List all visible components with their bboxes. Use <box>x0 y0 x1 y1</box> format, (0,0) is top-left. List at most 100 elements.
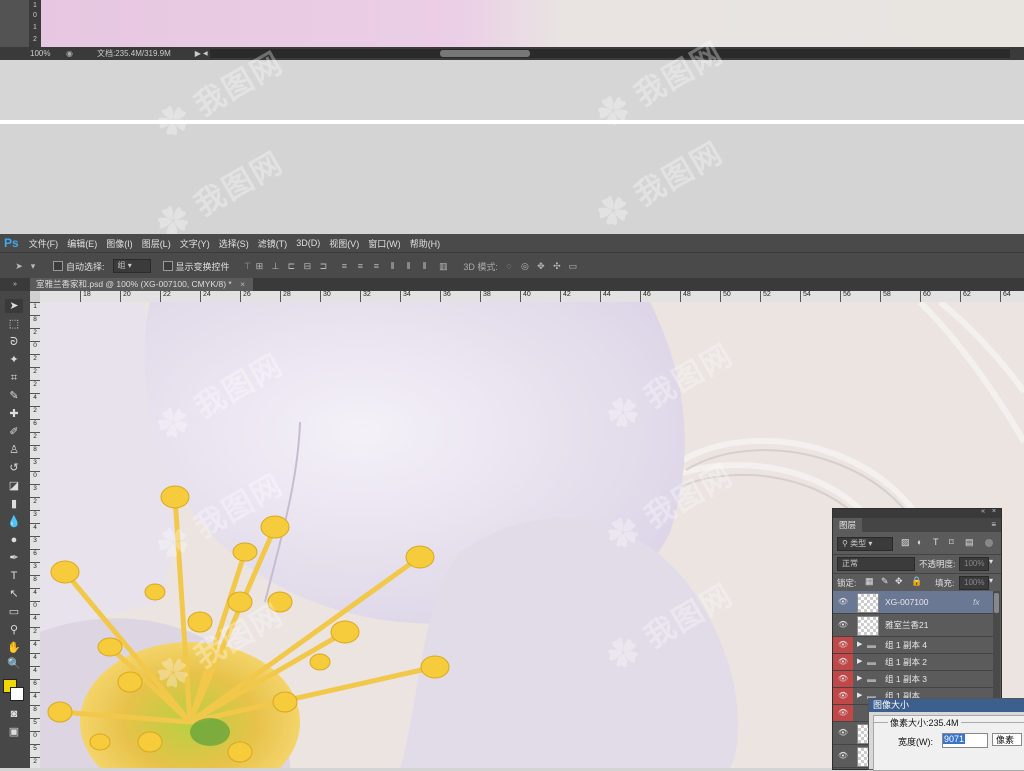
menu-type[interactable]: 文字(Y) <box>180 237 210 250</box>
scrollbar-thumb[interactable] <box>994 593 999 613</box>
width-unit-dropdown[interactable]: 像素 <box>992 733 1022 746</box>
menu-filter[interactable]: 滤镜(T) <box>258 237 288 250</box>
clone-stamp-icon[interactable]: ♙ <box>5 443 23 457</box>
visibility-eye-icon[interactable]: 👁 <box>833 705 853 721</box>
blur-tool-icon[interactable]: 💧 <box>5 515 23 529</box>
distribute-vcenter-icon[interactable]: ≡ <box>355 261 365 271</box>
fx-icon[interactable]: fx <box>973 591 980 613</box>
filter-smart-icon[interactable]: ▤ <box>965 537 974 548</box>
blend-mode-dropdown[interactable]: 正常 <box>837 557 915 571</box>
auto-align-icon[interactable]: ▥ <box>438 261 448 271</box>
shape-tool-icon[interactable]: ▭ <box>5 605 23 619</box>
lock-position-icon[interactable]: ✥ <box>895 576 903 587</box>
expand-arrow-icon[interactable]: ▶ <box>857 654 862 670</box>
visibility-eye-icon[interactable]: 👁 <box>833 722 853 744</box>
move-tool-icon[interactable]: ➤ <box>14 261 24 271</box>
horizontal-scrollbar[interactable] <box>209 49 1010 58</box>
align-top-icon[interactable]: ⊤ <box>244 261 252 272</box>
crop-tool-icon[interactable]: ⌗ <box>5 371 23 385</box>
align-left-icon[interactable]: ⊏ <box>286 261 296 271</box>
close-icon[interactable]: × <box>240 279 245 289</box>
layer-row[interactable]: 👁 XG-007100 fx <box>833 591 993 614</box>
scale-3d-icon[interactable]: ▭ <box>568 261 578 271</box>
distribute-hcenter-icon[interactable]: ⦀ <box>403 261 413 271</box>
brush-tool-icon[interactable]: ✐ <box>5 425 23 439</box>
menu-image[interactable]: 图像(I) <box>106 237 133 250</box>
panel-collapse-icon[interactable]: » <box>0 278 30 291</box>
layer-group-row[interactable]: 👁 ▶ ▬ 组 1 副本 3 <box>833 671 993 688</box>
visibility-eye-icon[interactable]: 👁 <box>833 688 853 704</box>
zoom-icon[interactable]: ◉ <box>66 49 73 58</box>
menu-help[interactable]: 帮助(H) <box>410 237 441 250</box>
lock-all-icon[interactable]: 🔒 <box>911 576 922 587</box>
align-right-icon[interactable]: ⊐ <box>318 261 328 271</box>
menu-edit[interactable]: 编辑(E) <box>67 237 97 250</box>
document-tab[interactable]: 室雅兰香家和.psd @ 100% (XG-007100, CMYK/8) * … <box>30 278 254 291</box>
dodge-tool-icon[interactable]: ● <box>5 533 23 547</box>
visibility-eye-icon[interactable]: 👁 <box>833 745 853 767</box>
auto-select-checkbox[interactable] <box>53 261 63 271</box>
ruler-corner[interactable] <box>30 291 40 302</box>
align-bottom-icon[interactable]: ⊥ <box>270 261 280 271</box>
expand-arrow-icon[interactable]: ▶ <box>857 671 862 687</box>
path-select-icon[interactable]: ↖ <box>5 587 23 601</box>
zoom-tool-icon[interactable]: ⚲ <box>5 623 23 637</box>
marquee-tool-icon[interactable]: ⬚ <box>5 317 23 331</box>
filter-adjust-icon[interactable]: ◐ <box>917 537 922 547</box>
scrollbar-thumb[interactable] <box>439 50 530 57</box>
chevron-down-icon[interactable]: ▾ <box>30 261 36 271</box>
pen-tool-icon[interactable]: ✒ <box>5 551 23 565</box>
zoom-icon[interactable]: 🔍 <box>5 657 23 671</box>
expand-arrow-icon[interactable]: ▶ <box>857 688 862 704</box>
visibility-eye-icon[interactable]: 👁 <box>833 614 853 636</box>
healing-brush-icon[interactable]: ✚ <box>5 407 23 421</box>
magic-wand-icon[interactable]: ✦ <box>5 353 23 367</box>
visibility-eye-icon[interactable]: 👁 <box>833 637 853 653</box>
distribute-right-icon[interactable]: ⦀ <box>419 261 429 271</box>
fill-field[interactable]: 100% <box>959 576 989 590</box>
layer-group-row[interactable]: 👁 ▶ ▬ 组 1 副本 4 <box>833 637 993 654</box>
visibility-eye-icon[interactable]: 👁 <box>833 591 853 613</box>
lock-transparent-icon[interactable]: ▦ <box>865 576 874 587</box>
filter-pixel-icon[interactable]: ▨ <box>901 537 910 548</box>
panel-menu-icon[interactable]: ≡ <box>991 520 996 529</box>
eraser-icon[interactable]: ◪ <box>5 479 23 493</box>
lock-paint-icon[interactable]: ✎ <box>881 576 889 587</box>
move-tool-icon[interactable]: ➤ <box>5 299 23 313</box>
dialog-title[interactable]: 图像大小 <box>869 699 1024 712</box>
horizontal-ruler[interactable]: 18 20 22 24 26 28 30 32 34 36 38 40 42 44 46 48 50 52 54 56… <box>40 291 1024 302</box>
distribute-left-icon[interactable]: ⦀ <box>387 261 397 271</box>
gradient-tool-icon[interactable]: ▮ <box>5 497 23 511</box>
show-transform-checkbox[interactable] <box>162 261 173 271</box>
align-vcenter-icon[interactable]: ⊞ <box>254 261 264 271</box>
background-color-swatch[interactable] <box>10 687 24 701</box>
menu-select[interactable]: 选择(S) <box>219 237 249 250</box>
chevron-down-icon[interactable]: ▾ <box>989 576 993 585</box>
layer-row[interactable]: 👁 雅室兰香21 <box>833 614 993 637</box>
menu-view[interactable]: 视图(V) <box>329 237 359 250</box>
menu-3d[interactable]: 3D(D) <box>296 238 320 248</box>
quick-mask-icon[interactable]: ◙ <box>5 707 23 721</box>
opacity-field[interactable]: 100% <box>959 557 989 571</box>
roll-3d-icon[interactable]: ◎ <box>520 261 530 271</box>
tab-layers[interactable]: 图层 <box>833 518 863 532</box>
menu-window[interactable]: 窗口(W) <box>368 237 401 250</box>
filter-toggle[interactable] <box>985 539 993 547</box>
visibility-eye-icon[interactable]: 👁 <box>833 654 853 670</box>
filter-type-icon[interactable]: T <box>933 537 939 547</box>
layer-filter-dropdown[interactable]: ⚲ 类型 ▾ <box>837 537 893 551</box>
eyedropper-icon[interactable]: ✎ <box>5 389 23 403</box>
distribute-bottom-icon[interactable]: ≡ <box>371 261 381 271</box>
history-brush-icon[interactable]: ↺ <box>5 461 23 475</box>
align-hcenter-icon[interactable]: ⊟ <box>302 261 312 271</box>
close-icon[interactable]: × <box>992 508 996 515</box>
layer-group-row[interactable]: 👁 ▶ ▬ 组 1 副本 2 <box>833 654 993 671</box>
menu-file[interactable]: 文件(F) <box>29 237 59 250</box>
filter-shape-icon[interactable]: ⌑ <box>949 537 954 548</box>
width-input[interactable]: 9071 <box>942 733 988 748</box>
collapse-icon[interactable]: « <box>981 508 985 515</box>
type-tool-icon[interactable]: T <box>5 569 23 583</box>
rotate-3d-icon[interactable]: ◌ <box>504 261 514 271</box>
screen-mode-icon[interactable]: ▣ <box>5 725 23 739</box>
lasso-tool-icon[interactable]: ᘐ <box>5 335 23 349</box>
